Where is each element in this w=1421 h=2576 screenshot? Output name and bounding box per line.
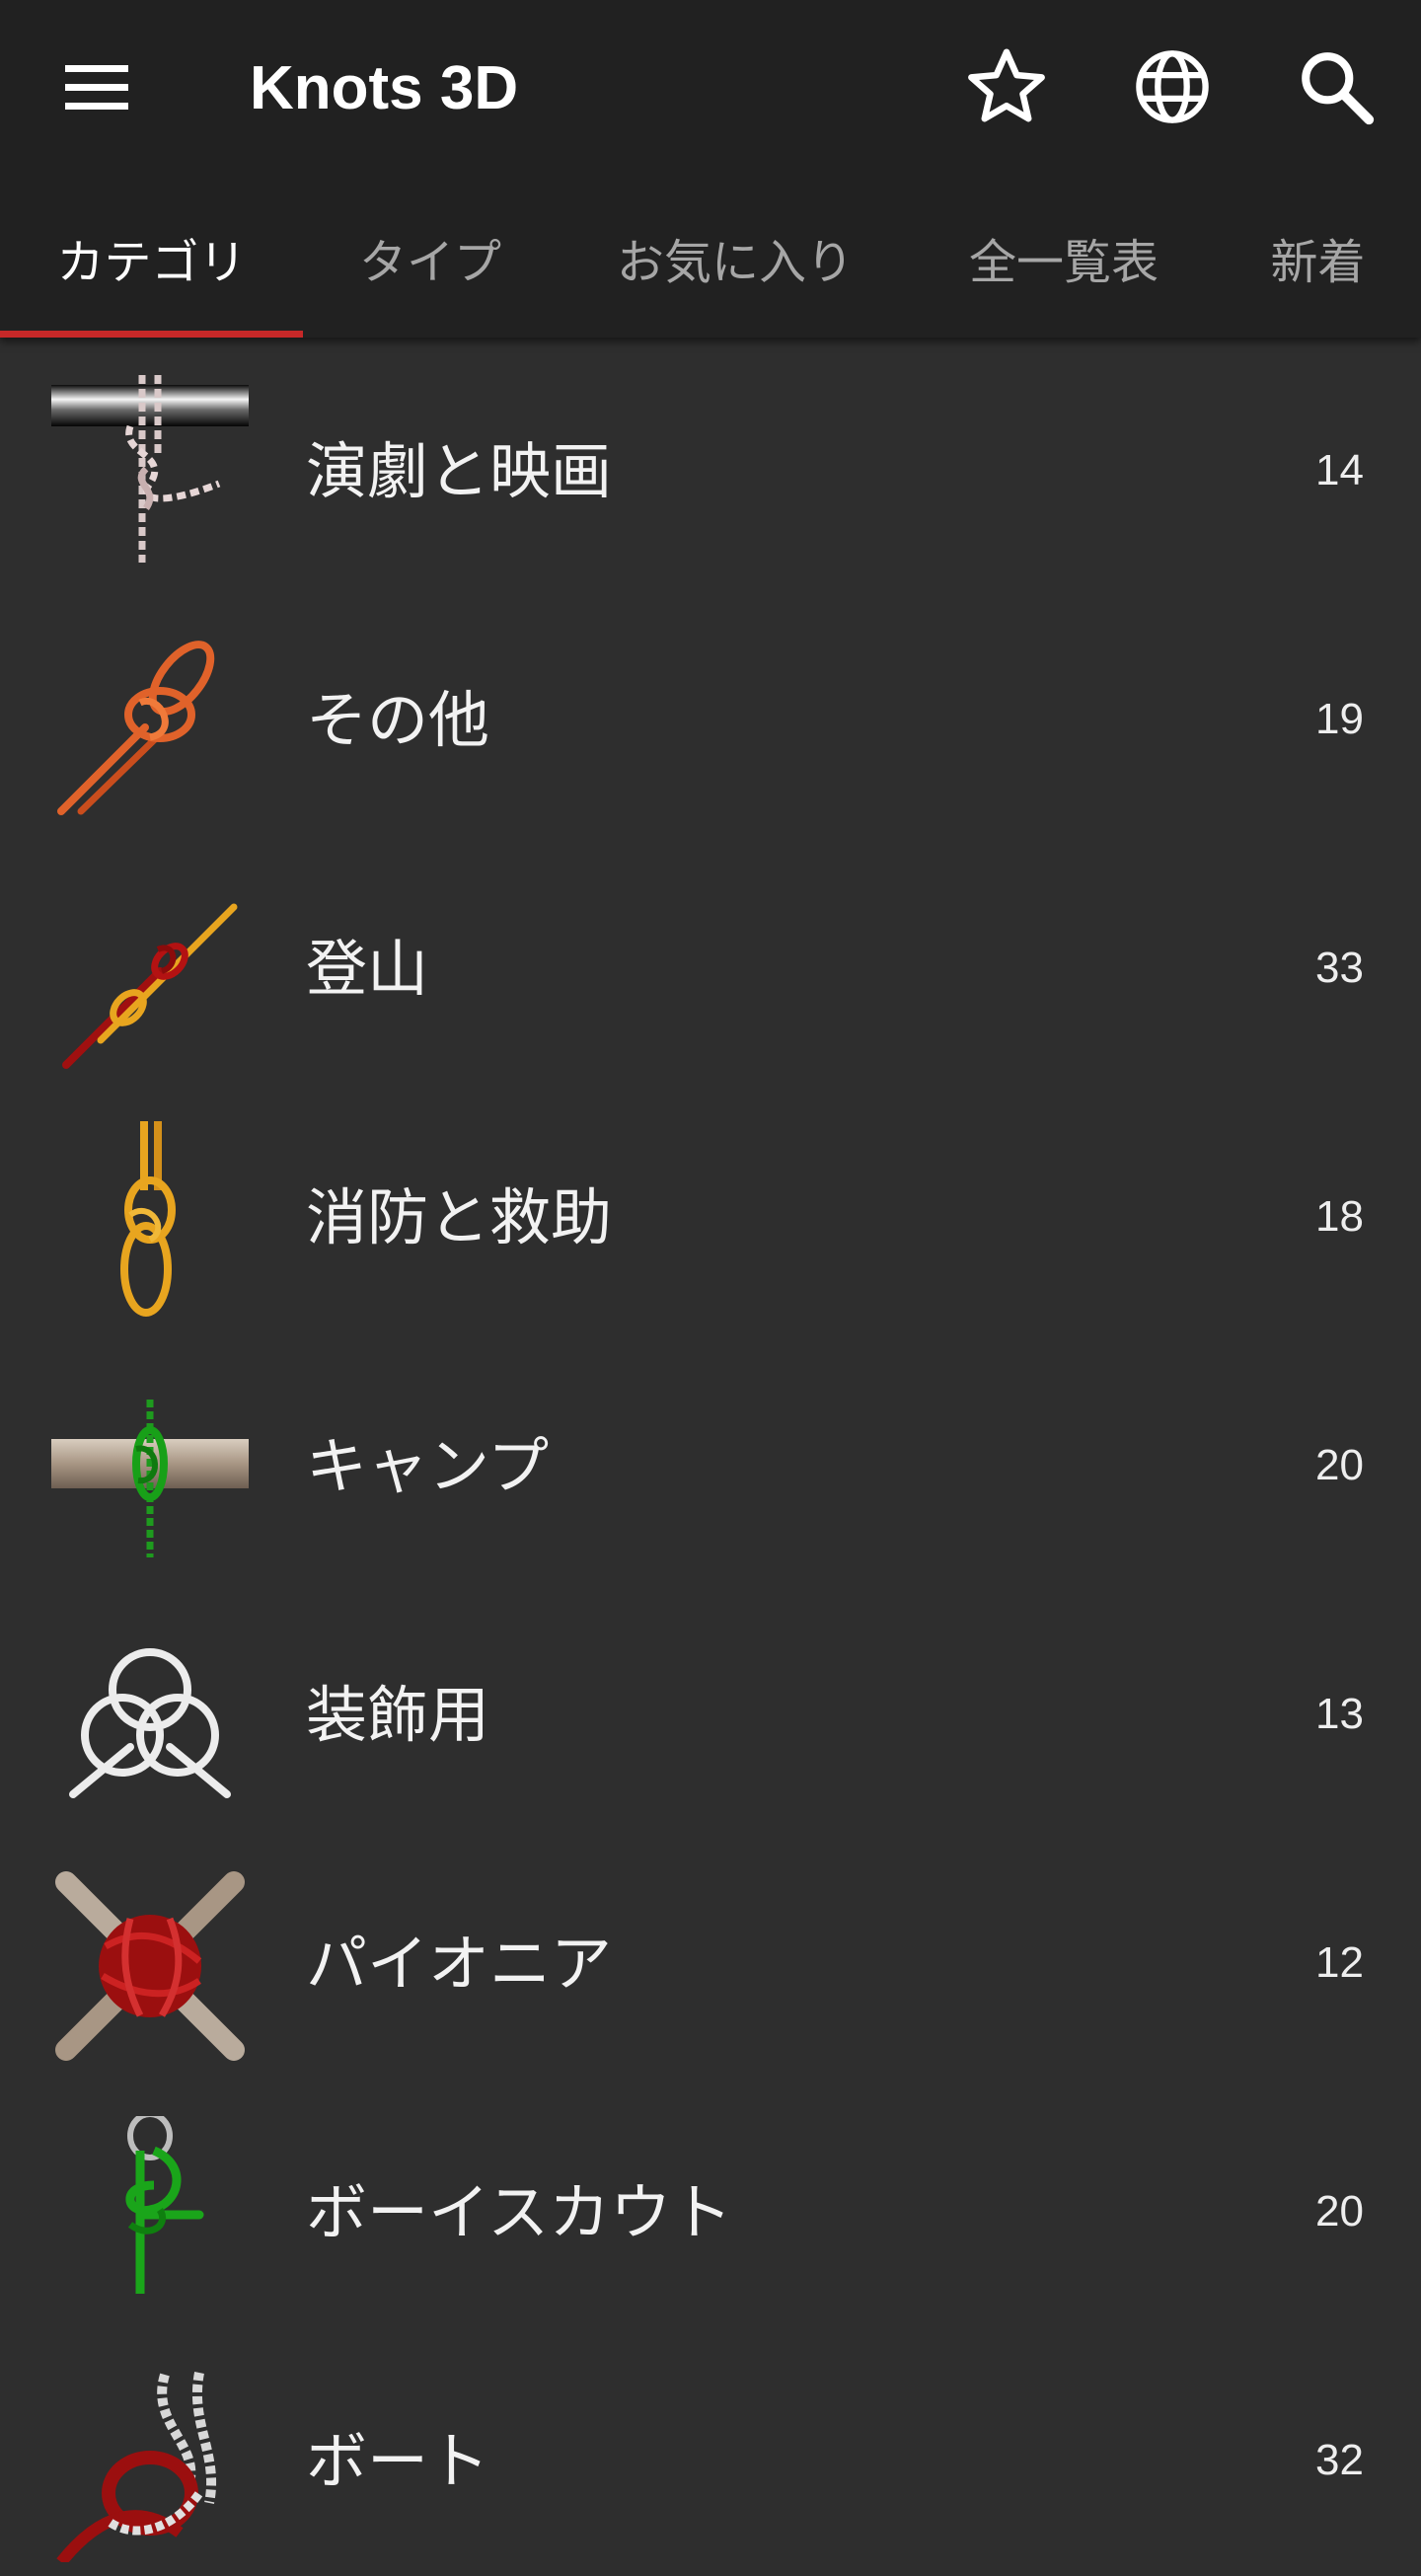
tab-all-list[interactable]: 全一覧表 <box>913 178 1215 338</box>
list-item[interactable]: 演劇と映画 14 <box>0 338 1421 586</box>
favorites-button[interactable] <box>947 28 1066 146</box>
tab-label: 新着 <box>1270 235 1366 290</box>
category-label: 登山 <box>306 933 429 1005</box>
category-label: その他 <box>306 684 490 756</box>
category-label: ボート <box>306 2425 490 2497</box>
search-button[interactable] <box>1277 28 1395 146</box>
list-item[interactable]: 装飾用 13 <box>0 1581 1421 1830</box>
menu-button[interactable] <box>37 28 156 146</box>
category-count: 14 <box>1315 446 1364 494</box>
category-label: 演劇と映画 <box>306 435 613 507</box>
menu-icon <box>65 65 128 110</box>
app-title: Knots 3D <box>250 54 519 122</box>
category-count: 33 <box>1315 944 1364 992</box>
theater-knot-thumbnail <box>51 375 249 563</box>
rescue-knot-thumbnail <box>120 1121 176 1317</box>
pioneer-knot-thumbnail <box>55 1871 245 2061</box>
category-label: ボーイスカウト <box>306 2176 733 2248</box>
tab-types[interactable]: タイプ <box>303 178 558 338</box>
category-label: 装飾用 <box>306 1679 490 1751</box>
tab-new[interactable]: 新着 <box>1215 178 1421 338</box>
tab-label: カテゴリ <box>56 235 247 290</box>
category-count: 32 <box>1315 2436 1364 2484</box>
scout-knot-thumbnail <box>125 2116 204 2294</box>
tab-categories[interactable]: カテゴリ <box>0 178 303 338</box>
category-label: パイオニア <box>306 1928 613 2000</box>
boating-knot-thumbnail <box>56 2372 217 2562</box>
category-count: 13 <box>1315 1690 1364 1738</box>
category-count: 12 <box>1315 1938 1364 1987</box>
list-item[interactable]: 消防と救助 18 <box>0 1084 1421 1332</box>
globe-icon <box>1136 50 1209 123</box>
list-item[interactable]: 登山 33 <box>0 835 1421 1084</box>
misc-knot-thumbnail <box>57 641 215 815</box>
tab-indicator <box>0 331 303 338</box>
tab-label: お気に入り <box>616 235 854 290</box>
star-outline-icon <box>968 48 1045 122</box>
toolbar: Knots 3D <box>0 0 1421 178</box>
climbing-knot-thumbnail <box>62 903 238 1069</box>
category-count: 19 <box>1315 695 1364 743</box>
app-bar: Knots 3D カテゴリ タイプ お気に入り 全一覧表 新着 <box>0 0 1421 338</box>
language-button[interactable] <box>1113 28 1232 146</box>
decorative-knot-thumbnail <box>69 1648 231 1798</box>
category-label: 消防と救助 <box>306 1181 613 1253</box>
category-label: キャンプ <box>306 1430 550 1502</box>
list-item[interactable]: ボート 32 <box>0 2327 1421 2576</box>
list-item[interactable]: その他 19 <box>0 586 1421 835</box>
list-item[interactable]: パイオニア 12 <box>0 1830 1421 2079</box>
category-count: 18 <box>1315 1192 1364 1241</box>
camping-knot-thumbnail <box>51 1400 249 1557</box>
search-icon <box>1302 52 1375 125</box>
tab-favorites[interactable]: お気に入り <box>558 178 913 338</box>
list-item[interactable]: キャンプ 20 <box>0 1332 1421 1581</box>
category-count: 20 <box>1315 2187 1364 2235</box>
tab-label: 全一覧表 <box>968 235 1159 290</box>
category-count: 20 <box>1315 1441 1364 1489</box>
list-item[interactable]: ボーイスカウト 20 <box>0 2079 1421 2327</box>
tab-bar: カテゴリ タイプ お気に入り 全一覧表 新着 <box>0 178 1421 338</box>
tab-label: タイプ <box>358 235 501 290</box>
